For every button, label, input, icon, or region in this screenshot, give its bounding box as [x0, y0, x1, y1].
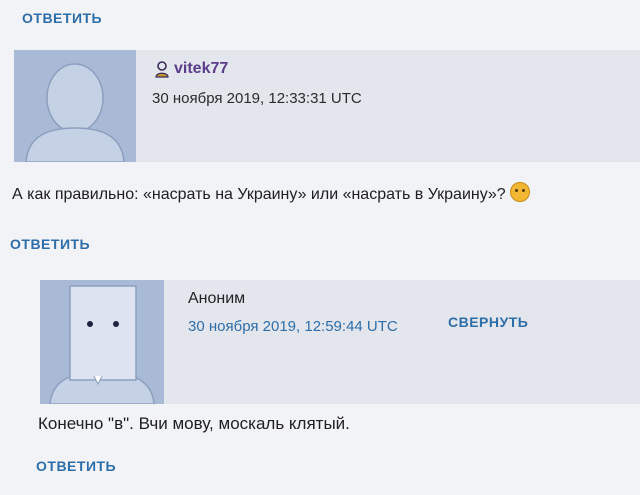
comment-timestamp: 30 ноября 2019, 12:33:31 UTC: [152, 90, 362, 107]
user-icon: [154, 60, 170, 78]
comment-author-link[interactable]: vitek77: [174, 60, 228, 78]
default-user-silhouette-icon: [14, 50, 136, 162]
anonymous-avatar[interactable]: [40, 280, 164, 404]
reply-button-top[interactable]: ОТВЕТИТЬ: [22, 10, 102, 26]
comment-text: Конечно "в". Вчи мову, москаль клятый.: [38, 414, 350, 433]
comment-timestamp-link[interactable]: 30 ноября 2019, 12:59:44 UTC: [188, 318, 398, 335]
thinking-face-icon: [509, 182, 530, 202]
reply-button[interactable]: ОТВЕТИТЬ: [10, 236, 90, 252]
paper-bag-head-icon: [40, 280, 164, 404]
user-avatar[interactable]: [14, 50, 136, 162]
comment-text-content: А как правильно: «насрать на Украину» ил…: [12, 186, 506, 203]
comment-text: А как правильно: «насрать на Украину» ил…: [12, 182, 530, 204]
comment-author-name: Аноним: [188, 290, 246, 307]
collapse-button[interactable]: СВЕРНУТЬ: [448, 314, 528, 330]
reply-button[interactable]: ОТВЕТИТЬ: [36, 458, 116, 474]
